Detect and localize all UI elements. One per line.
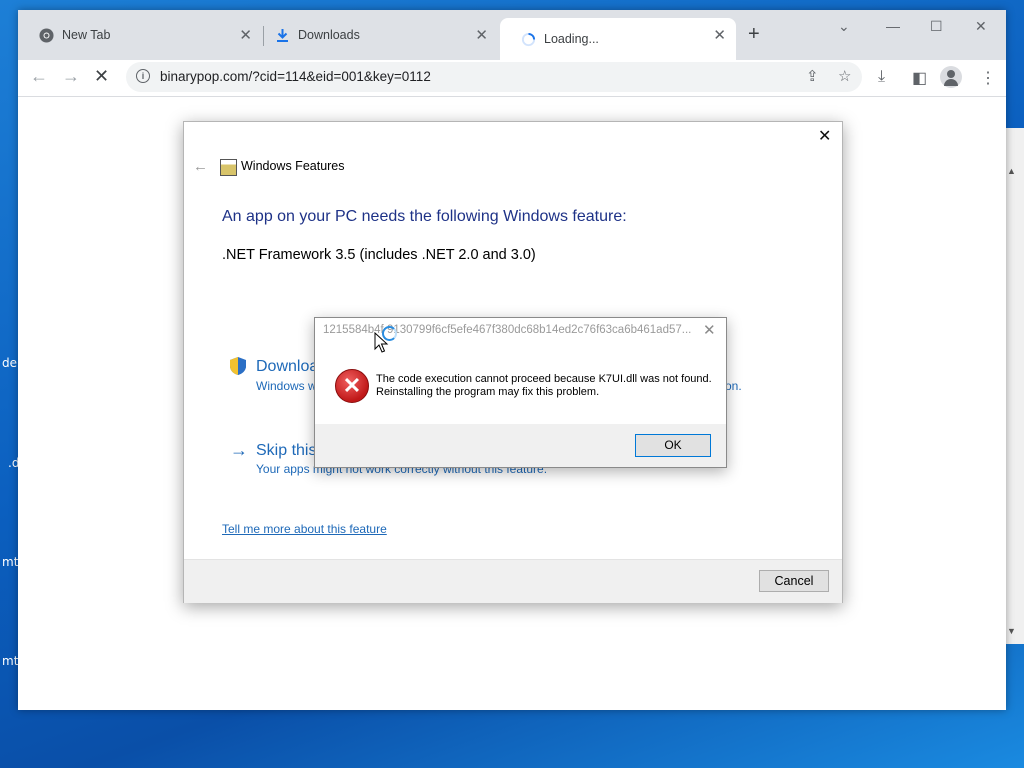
- tab-label: Loading...: [544, 32, 599, 46]
- download-install-desc-tail: on.: [725, 379, 742, 393]
- error-message: The code execution cannot proceed becaus…: [376, 373, 712, 398]
- download-install-desc: Windows w: [256, 379, 317, 393]
- browser-toolbar: ← → ✕ i binarypop.com/?cid=114&eid=001&k…: [18, 60, 1006, 97]
- busy-spinner-icon: [382, 326, 397, 341]
- tab-loading[interactable]: Loading... ✕: [500, 18, 736, 60]
- tab-downloads[interactable]: Downloads ✕: [254, 18, 498, 52]
- close-tab-icon[interactable]: ✕: [713, 26, 726, 44]
- maximize-icon[interactable]: ☐: [930, 18, 943, 35]
- desktop-icon-label[interactable]: de: [2, 356, 17, 370]
- error-icon: ✕: [335, 369, 369, 403]
- close-icon[interactable]: ✕: [818, 126, 831, 146]
- tab-label: Downloads: [298, 28, 360, 42]
- site-info-icon[interactable]: i: [136, 69, 150, 83]
- chrome-icon: [38, 27, 54, 43]
- close-tab-icon[interactable]: ✕: [475, 26, 488, 44]
- close-icon[interactable]: ✕: [703, 321, 716, 339]
- downloads-toolbar-icon[interactable]: ⤓: [878, 68, 885, 86]
- skip-option[interactable]: Skip this: [256, 442, 316, 460]
- desktop-icon-label[interactable]: mt: [2, 654, 18, 668]
- error-dialog-footer: OK: [315, 424, 726, 467]
- profile-avatar-icon[interactable]: [940, 66, 962, 88]
- close-window-icon[interactable]: ✕: [975, 18, 987, 35]
- tab-search-icon[interactable]: ⌄: [838, 18, 850, 35]
- close-tab-icon[interactable]: ✕: [239, 26, 252, 44]
- uac-shield-icon: [230, 357, 246, 375]
- ok-button[interactable]: OK: [635, 434, 711, 457]
- forward-icon[interactable]: →: [62, 66, 80, 87]
- dialog-title: Windows Features: [241, 159, 345, 173]
- cancel-button[interactable]: Cancel: [759, 570, 829, 592]
- scroll-up-icon[interactable]: ▲: [1007, 166, 1016, 176]
- dialog-footer: Cancel: [184, 559, 842, 603]
- download-icon: [274, 27, 290, 43]
- tab-label: New Tab: [62, 28, 111, 42]
- windows-features-icon: [220, 159, 237, 176]
- scroll-down-icon[interactable]: ▼: [1007, 626, 1016, 636]
- tab-new-tab[interactable]: New Tab ✕: [18, 18, 262, 52]
- background-window: ▲ ▼: [1004, 128, 1024, 644]
- url-text[interactable]: binarypop.com/?cid=114&eid=001&key=0112: [160, 69, 431, 84]
- spinner-icon: [520, 31, 536, 47]
- address-bar[interactable]: i binarypop.com/?cid=114&eid=001&key=011…: [126, 62, 862, 92]
- tab-strip: New Tab ✕ Downloads ✕ Loading... ✕ + ⌄ —…: [18, 10, 1006, 60]
- feature-heading: An app on your PC needs the following Wi…: [222, 208, 627, 225]
- bookmark-star-icon[interactable]: ☆: [838, 67, 851, 85]
- side-panel-icon[interactable]: ◧: [912, 68, 927, 88]
- back-arrow-icon[interactable]: ←: [193, 158, 208, 175]
- menu-kebab-icon[interactable]: ⋮: [980, 68, 996, 88]
- stop-loading-icon[interactable]: ✕: [94, 66, 109, 87]
- more-info-link[interactable]: Tell me more about this feature: [222, 522, 387, 536]
- back-icon[interactable]: ←: [30, 66, 48, 87]
- download-install-option[interactable]: Downloa: [256, 358, 318, 376]
- arrow-right-icon: →: [230, 440, 248, 460]
- desktop-icon-label[interactable]: mt: [2, 555, 18, 569]
- share-icon[interactable]: ⇪: [806, 67, 819, 85]
- new-tab-button[interactable]: +: [748, 23, 760, 46]
- feature-name: .NET Framework 3.5 (includes .NET 2.0 an…: [222, 247, 536, 263]
- minimize-icon[interactable]: —: [886, 18, 900, 34]
